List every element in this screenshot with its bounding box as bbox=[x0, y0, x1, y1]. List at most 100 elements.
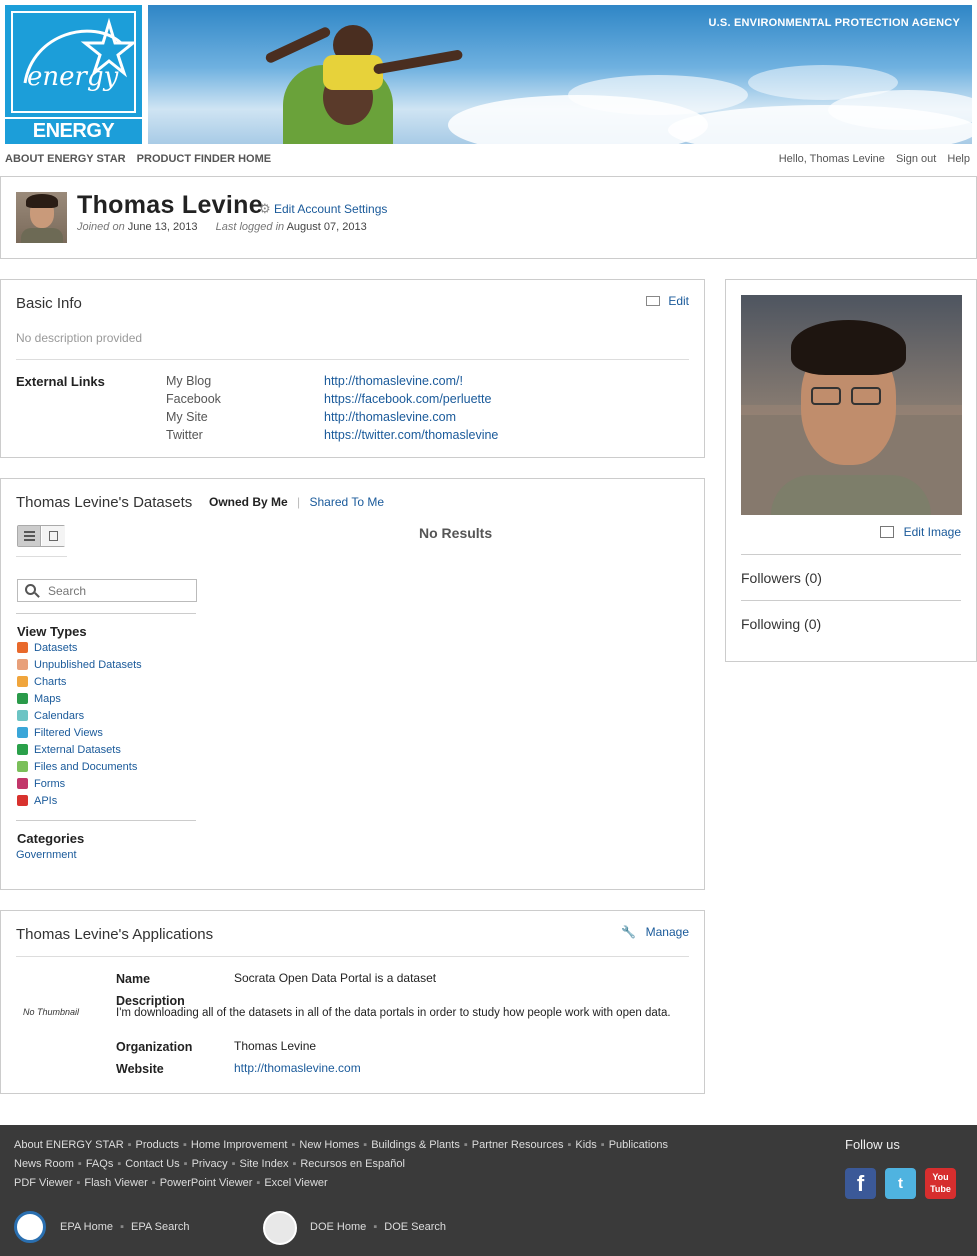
view-types-label: View Types bbox=[17, 624, 87, 639]
doe-links: DOE Home ▪ DOE Search bbox=[310, 1221, 447, 1233]
profile-header: Thomas Levine ⚙ Edit Account Settings Jo… bbox=[0, 176, 977, 259]
view-type-link[interactable]: APIs bbox=[34, 795, 57, 807]
footer-link[interactable]: Home Improvement bbox=[191, 1139, 288, 1151]
divider bbox=[16, 359, 689, 360]
tab-shared-to-me[interactable]: Shared To Me bbox=[310, 495, 385, 509]
epa-links: EPA Home ▪ EPA Search bbox=[60, 1221, 190, 1233]
epa-seal-icon[interactable] bbox=[14, 1211, 46, 1243]
app-website-link[interactable]: http://thomaslevine.com bbox=[234, 1061, 361, 1075]
epa-home-link[interactable]: EPA Home bbox=[60, 1221, 113, 1233]
footer-link[interactable]: PDF Viewer bbox=[14, 1177, 72, 1189]
view-type-item[interactable]: Forms bbox=[17, 778, 65, 792]
edit-image[interactable]: Edit Image bbox=[880, 525, 961, 539]
applications-title: Thomas Levine's Applications bbox=[16, 926, 214, 943]
view-type-item[interactable]: Calendars bbox=[17, 710, 84, 724]
view-type-link[interactable]: Unpublished Datasets bbox=[34, 659, 142, 671]
basic-info-edit[interactable]: Edit bbox=[645, 294, 689, 308]
list-view-icon[interactable] bbox=[18, 526, 41, 546]
edit-account-settings[interactable]: ⚙ Edit Account Settings bbox=[259, 201, 387, 217]
footer-separator: ▪ bbox=[363, 1139, 368, 1151]
view-type-icon bbox=[17, 744, 28, 755]
tab-owned-by-me[interactable]: Owned By Me bbox=[209, 495, 288, 509]
footer-link[interactable]: Products bbox=[136, 1139, 179, 1151]
view-type-icon bbox=[17, 795, 28, 806]
view-type-icon bbox=[17, 693, 28, 704]
footer-link[interactable]: Buildings & Plants bbox=[371, 1139, 460, 1151]
footer-link[interactable]: Privacy bbox=[192, 1158, 228, 1170]
facebook-icon[interactable]: f bbox=[845, 1168, 876, 1199]
view-type-item[interactable]: Datasets bbox=[17, 642, 77, 656]
footer-link[interactable]: Excel Viewer bbox=[264, 1177, 327, 1189]
joined-label: Joined on bbox=[77, 221, 125, 233]
divider bbox=[741, 554, 961, 555]
footer-link[interactable]: PowerPoint Viewer bbox=[160, 1177, 253, 1189]
followers-link[interactable]: Followers (0) bbox=[741, 570, 822, 586]
energy-star-logo[interactable]: energy ENERGY STAR bbox=[5, 5, 142, 167]
app-name-value: Socrata Open Data Portal is a dataset bbox=[234, 971, 437, 985]
external-link-url[interactable]: https://facebook.com/perluette bbox=[324, 392, 491, 406]
doe-search-link[interactable]: DOE Search bbox=[384, 1221, 446, 1233]
view-type-link[interactable]: Filtered Views bbox=[34, 727, 103, 739]
external-link-label: Twitter bbox=[166, 428, 203, 442]
footer-separator: ▪ bbox=[151, 1177, 156, 1189]
footer-separator: ▪ bbox=[291, 1139, 296, 1151]
view-type-item[interactable]: APIs bbox=[17, 795, 57, 809]
following-link[interactable]: Following (0) bbox=[741, 616, 821, 632]
view-type-item[interactable]: Maps bbox=[17, 693, 61, 707]
footer-link[interactable]: Partner Resources bbox=[472, 1139, 564, 1151]
view-type-link[interactable]: Datasets bbox=[34, 642, 77, 654]
view-type-link[interactable]: External Datasets bbox=[34, 744, 121, 756]
view-type-link[interactable]: Forms bbox=[34, 778, 65, 790]
basic-info-edit-link[interactable]: Edit bbox=[668, 294, 689, 308]
view-type-item[interactable]: Charts bbox=[17, 676, 66, 690]
footer-link[interactable]: FAQs bbox=[86, 1158, 114, 1170]
footer-link[interactable]: New Homes bbox=[299, 1139, 359, 1151]
footer-link[interactable]: Flash Viewer bbox=[84, 1177, 147, 1189]
doe-home-link[interactable]: DOE Home bbox=[310, 1221, 366, 1233]
top-navigation: ABOUT ENERGY STAR PRODUCT FINDER HOME He… bbox=[5, 153, 970, 167]
divider bbox=[741, 600, 961, 601]
energy-star-mark: energy bbox=[11, 11, 138, 113]
footer-separator: ▪ bbox=[292, 1158, 297, 1170]
manage-applications[interactable]: 🔧 Manage bbox=[621, 925, 689, 939]
view-type-item[interactable]: Unpublished Datasets bbox=[17, 659, 142, 673]
external-link-url[interactable]: http://thomaslevine.com bbox=[324, 410, 456, 424]
edit-image-link[interactable]: Edit Image bbox=[904, 525, 961, 539]
view-type-link[interactable]: Maps bbox=[34, 693, 61, 705]
footer-link[interactable]: About ENERGY STAR bbox=[14, 1139, 124, 1151]
view-type-link[interactable]: Calendars bbox=[34, 710, 84, 722]
epa-search-link[interactable]: EPA Search bbox=[131, 1221, 190, 1233]
nav-product-finder-home[interactable]: PRODUCT FINDER HOME bbox=[137, 153, 271, 165]
footer-link[interactable]: Contact Us bbox=[125, 1158, 179, 1170]
external-link-url[interactable]: https://twitter.com/thomaslevine bbox=[324, 428, 498, 442]
detail-view-icon[interactable] bbox=[42, 526, 65, 546]
edit-account-link[interactable]: Edit Account Settings bbox=[274, 202, 387, 216]
app-description-value: I'm downloading all of the datasets in a… bbox=[116, 1007, 671, 1019]
footer-links-row: News Room ▪ FAQs ▪ Contact Us ▪ Privacy ▪ Site I… bbox=[14, 1158, 405, 1170]
category-government[interactable]: Government bbox=[16, 849, 77, 861]
view-type-icon bbox=[17, 761, 28, 772]
sign-out-link[interactable]: Sign out bbox=[896, 153, 936, 165]
twitter-icon[interactable]: t bbox=[885, 1168, 916, 1199]
youtube-icon[interactable]: You Tube bbox=[925, 1168, 956, 1199]
view-type-link[interactable]: Charts bbox=[34, 676, 66, 688]
view-type-item[interactable]: Filtered Views bbox=[17, 727, 103, 741]
footer-link[interactable]: Kids bbox=[575, 1139, 596, 1151]
footer-link[interactable]: Publications bbox=[609, 1139, 668, 1151]
external-link-url[interactable]: http://thomaslevine.com/! bbox=[324, 374, 463, 388]
footer-link[interactable]: Site Index bbox=[240, 1158, 289, 1170]
view-type-item[interactable]: Files and Documents bbox=[17, 761, 137, 775]
banner-people-image bbox=[263, 25, 464, 144]
help-link[interactable]: Help bbox=[947, 153, 970, 165]
doe-seal-icon[interactable] bbox=[263, 1211, 297, 1245]
view-toggle bbox=[17, 525, 65, 547]
search-input[interactable] bbox=[48, 583, 188, 598]
categories-label: Categories bbox=[17, 831, 85, 846]
star-icon: energy bbox=[23, 17, 138, 92]
view-type-item[interactable]: External Datasets bbox=[17, 744, 121, 758]
manage-link[interactable]: Manage bbox=[646, 925, 689, 939]
footer-link[interactable]: Recursos en Español bbox=[300, 1158, 405, 1170]
view-type-link[interactable]: Files and Documents bbox=[34, 761, 137, 773]
nav-about-energy-star[interactable]: ABOUT ENERGY STAR bbox=[5, 153, 126, 165]
footer-link[interactable]: News Room bbox=[14, 1158, 74, 1170]
